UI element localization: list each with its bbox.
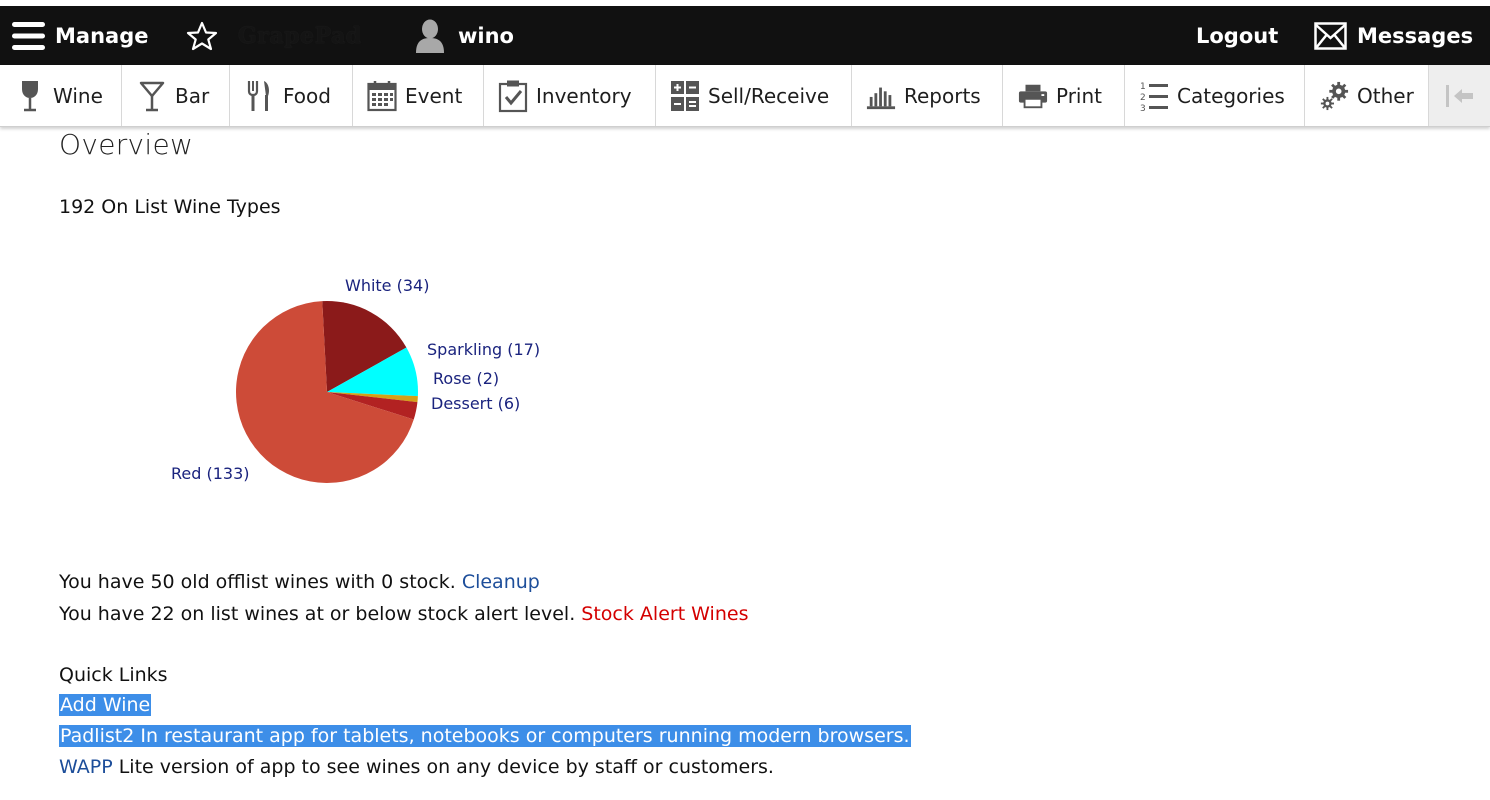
add-wine-link[interactable]: Add Wine [59,694,152,716]
messages-link[interactable]: Messages [1314,6,1473,65]
wine-types-count: 192 On List Wine Types [59,196,281,218]
user-name: wino [458,23,514,48]
brand-logo[interactable]: GrapePad [238,6,362,65]
envelope-icon [1314,21,1347,50]
collapse-nav-button[interactable] [1429,65,1490,126]
star-icon [186,21,218,50]
nav-categories-label: Categories [1177,83,1285,108]
quick-links-heading: Quick Links [59,664,168,686]
nav-wine-label: Wine [53,83,103,108]
wapp-row: WAPP Lite version of app to see wines on… [59,756,774,778]
hamburger-icon [12,21,45,50]
nav-food[interactable]: Food [230,65,353,126]
bar-chart-icon [866,79,896,113]
main-nav: Wine Bar Food Event Inventory Sell/Recei… [0,65,1490,127]
nav-other-label: Other [1357,83,1414,108]
pie-label-rose: Rose (2) [433,369,499,388]
calendar-icon [367,79,397,113]
wapp-link[interactable]: WAPP [59,756,113,778]
gears-icon [1319,79,1349,113]
page-title: Overview [59,128,194,161]
manage-menu[interactable]: Manage [12,6,148,65]
nav-bar[interactable]: Bar [122,65,230,126]
wapp-description: Lite version of app to see wines on any … [118,756,774,778]
cocktail-icon [137,79,167,113]
user-icon [416,19,444,53]
pie-slices [236,300,418,483]
user-menu[interactable]: wino [414,6,514,65]
svg-text:2: 2 [1140,93,1146,103]
nav-other[interactable]: Other [1305,65,1429,126]
numbered-list-icon: 123 [1139,79,1169,113]
nav-print-label: Print [1056,83,1103,108]
wine-glass-icon [15,79,45,113]
logout-label: Logout [1196,23,1279,48]
nav-sell-receive[interactable]: Sell/Receive [656,65,852,126]
nav-print[interactable]: Print [1003,65,1125,126]
fork-knife-icon [245,79,275,113]
pie-label-dessert: Dessert (6) [431,394,520,413]
printer-icon [1018,79,1048,113]
clipboard-check-icon [498,79,528,113]
top-bar: Manage GrapePad wino Logout Messages [0,6,1490,65]
nav-event-label: Event [405,83,463,108]
nav-event[interactable]: Event [353,65,484,126]
offlist-text: You have 50 old offlist wines with 0 sto… [59,571,456,593]
svg-text:1: 1 [1140,82,1146,92]
messages-label: Messages [1357,23,1474,48]
add-wine-row: Add Wine [59,694,152,716]
nav-reports-label: Reports [904,83,981,108]
collapse-left-icon [1445,84,1473,107]
pie-label-white: White (34) [345,276,429,295]
favorites-star[interactable] [186,6,218,65]
nav-categories[interactable]: 123 Categories [1125,65,1305,126]
offlist-message: You have 50 old offlist wines with 0 sto… [59,571,540,593]
nav-inventory[interactable]: Inventory [484,65,656,126]
stock-alert-text: You have 22 on list wines at or below st… [59,603,576,625]
logout-link[interactable]: Logout [1196,6,1278,65]
nav-bar-label: Bar [175,83,210,108]
svg-text:3: 3 [1140,104,1146,113]
stock-alert-wines-link[interactable]: Stock Alert Wines [581,603,748,625]
padlist2-link[interactable]: Padlist2 In restaurant app for tablets, … [59,725,911,747]
manage-label: Manage [55,23,149,48]
wine-types-pie-chart: White (34) Sparkling (17) Rose (2) Desse… [171,276,540,483]
calculator-icon [670,79,700,113]
nav-reports[interactable]: Reports [852,65,1003,126]
cleanup-link[interactable]: Cleanup [462,571,540,593]
nav-inventory-label: Inventory [536,83,632,108]
stock-alert-message: You have 22 on list wines at or below st… [59,603,748,625]
pie-label-sparkling: Sparkling (17) [427,340,540,359]
nav-food-label: Food [283,83,331,108]
nav-wine[interactable]: Wine [0,65,122,126]
pie-label-red: Red (133) [171,464,250,483]
padlist2-row: Padlist2 In restaurant app for tablets, … [59,725,911,747]
nav-sell-receive-label: Sell/Receive [708,83,830,108]
